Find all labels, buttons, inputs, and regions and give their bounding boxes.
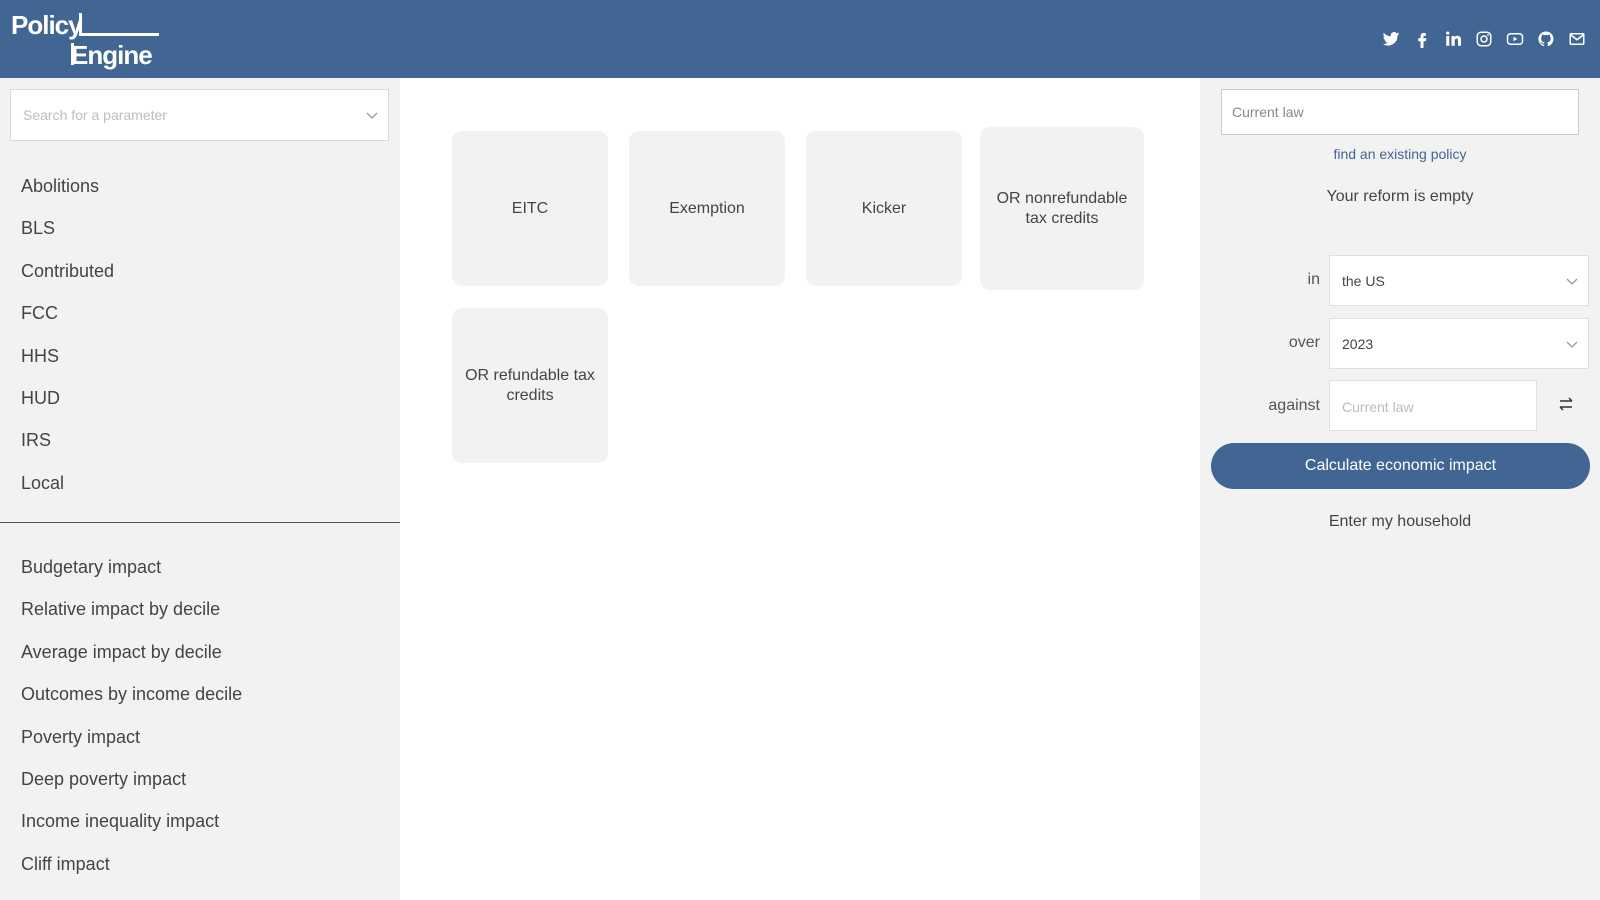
policyengine-logo[interactable]: Policy Engine (11, 10, 159, 72)
logo-word-engine: Engine (71, 40, 153, 70)
facebook-icon[interactable] (1412, 29, 1431, 48)
parameter-search-input[interactable]: Search for a parameter (10, 89, 389, 141)
sidebar-item-deep-poverty-impact[interactable]: Deep poverty impact (21, 767, 242, 809)
sidebar-item-abolitions[interactable]: Abolitions (21, 174, 114, 216)
left-sidebar: Search for a parameter Abolitions BLS Co… (0, 78, 400, 900)
card-kicker[interactable]: Kicker (806, 131, 962, 286)
year-label: over (1288, 334, 1320, 351)
sidebar-item-budgetary-impact[interactable]: Budgetary impact (21, 555, 242, 597)
logo-word-policy: Policy (11, 10, 83, 40)
search-placeholder: Search for a parameter (23, 107, 167, 123)
sidebar-divider (0, 522, 400, 523)
year-select[interactable]: 2023 (1329, 318, 1589, 369)
logo-bar (79, 13, 82, 34)
instagram-icon[interactable] (1474, 29, 1493, 48)
sidebar-item-relative-impact-by-decile[interactable]: Relative impact by decile (21, 597, 242, 639)
sidebar-item-poverty-impact[interactable]: Poverty impact (21, 725, 242, 767)
sidebar-item-irs[interactable]: IRS (21, 428, 114, 470)
sidebar-item-income-inequality-impact[interactable]: Income inequality impact (21, 809, 242, 851)
chevron-down-icon (1566, 341, 1578, 348)
sidebar-item-average-impact-by-decile[interactable]: Average impact by decile (21, 640, 242, 682)
chevron-down-icon (366, 112, 378, 119)
sidebar-item-local[interactable]: Local (21, 471, 114, 513)
main-content: EITC Exemption Kicker OR nonrefundable t… (400, 78, 1200, 900)
baseline-placeholder: Current law (1342, 399, 1414, 415)
twitter-icon[interactable] (1381, 29, 1400, 48)
mail-icon[interactable] (1567, 29, 1586, 48)
parameter-tree: Abolitions BLS Contributed FCC HHS HUD I… (21, 174, 114, 513)
card-or-nonrefundable-tax-credits[interactable]: OR nonrefundable tax credits (980, 127, 1144, 290)
sidebar-item-hud[interactable]: HUD (21, 386, 114, 428)
region-select[interactable]: the US (1329, 255, 1589, 306)
swap-icon[interactable] (1556, 394, 1576, 414)
region-value: the US (1342, 273, 1385, 289)
card-or-refundable-tax-credits[interactable]: OR refundable tax credits (452, 308, 608, 463)
card-exemption[interactable]: Exemption (629, 131, 785, 286)
baseline-label: against (1268, 397, 1320, 414)
sidebar-item-contributed[interactable]: Contributed (21, 259, 114, 301)
reform-panel: Current law find an existing policy Your… (1200, 78, 1600, 900)
policy-name-input[interactable]: Current law (1221, 89, 1579, 135)
logo-bar (71, 43, 74, 65)
sidebar-item-outcomes-by-income-decile[interactable]: Outcomes by income decile (21, 682, 242, 724)
reform-empty-message: Your reform is empty (1326, 188, 1474, 205)
find-existing-policy-link[interactable]: find an existing policy (1200, 146, 1600, 162)
calculate-economic-impact-button[interactable]: Calculate economic impact (1211, 443, 1590, 489)
sidebar-item-fcc[interactable]: FCC (21, 301, 114, 343)
baseline-policy-input[interactable]: Current law (1329, 380, 1537, 431)
sidebar-item-hhs[interactable]: HHS (21, 344, 114, 386)
linkedin-icon[interactable] (1443, 29, 1462, 48)
sidebar-item-cliff-impact[interactable]: Cliff impact (21, 852, 242, 894)
year-value: 2023 (1342, 336, 1374, 352)
output-tree: Budgetary impact Relative impact by deci… (21, 555, 242, 894)
logo-bar (79, 33, 159, 36)
enter-household-link[interactable]: Enter my household (1200, 513, 1600, 531)
github-icon[interactable] (1536, 29, 1555, 48)
policy-name-value: Current law (1232, 104, 1304, 120)
card-eitc[interactable]: EITC (452, 131, 608, 286)
chevron-down-icon (1566, 278, 1578, 285)
social-links (1381, 29, 1586, 48)
youtube-icon[interactable] (1505, 29, 1524, 48)
top-header: Policy Engine (0, 0, 1600, 78)
region-label: in (1307, 271, 1320, 288)
sidebar-item-bls[interactable]: BLS (21, 216, 114, 258)
